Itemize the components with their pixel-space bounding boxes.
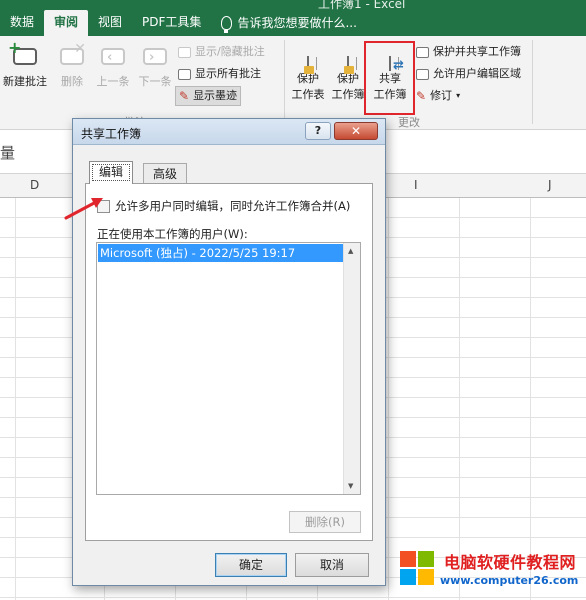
windows-logo-icon [400,551,436,587]
dialog-titlebar[interactable]: 共享工作簿 ? ✕ [73,119,385,145]
watermark-title: 电脑软硬件教程网 [444,553,577,572]
lightbulb-icon [221,16,233,33]
users-list[interactable]: Microsoft (独占) - 2022/5/25 19:17 ▲ ▼ [96,242,361,495]
column-header-j[interactable]: J [548,178,552,192]
protect-workbook-button[interactable]: 保护 工作簿 [328,44,368,102]
track-changes-icon: ✎ [416,89,427,103]
previous-comment-label: 上一条 [96,75,130,88]
share-workbook-dialog: 共享工作簿 ? ✕ 编辑 高级 允许多用户同时编辑，同时允许工作簿合并(A) 正… [72,118,386,586]
vertical-scrollbar[interactable]: ▲ ▼ [343,243,360,494]
column-header-i[interactable]: I [414,178,418,192]
ribbon-separator [532,40,533,124]
help-button[interactable]: ? [305,122,331,140]
previous-comment-icon: ‹ [99,44,127,70]
allow-multi-user-option[interactable]: 允许多用户同时编辑，同时允许工作簿合并(A) [97,198,350,214]
tell-me-text: 告诉我您想要做什么... [237,16,357,30]
changes-group-label: 更改 [398,116,420,129]
show-ink-button[interactable]: ✎ 显示墨迹 [175,86,242,106]
next-comment-label: 下一条 [138,75,172,88]
track-changes-label: 修订 [430,89,453,102]
tell-me-search[interactable]: 告诉我您想要做什么... [211,10,366,36]
watermark: 电脑软硬件教程网 www.computer26.com [398,547,584,595]
remove-user-button[interactable]: 删除(R) [289,511,361,533]
tab-data[interactable]: 数据 [0,10,44,36]
dialog-title: 共享工作簿 [81,127,142,141]
chevron-down-icon: ▾ [456,91,461,100]
protect-workbook-label: 保护 工作簿 [331,72,365,101]
next-comment-icon: › [141,44,169,70]
list-item[interactable]: Microsoft (独占) - 2022/5/25 19:17 [98,244,344,262]
tab-pdf-tools[interactable]: PDF工具集 [132,10,211,36]
ribbon-separator [284,40,285,124]
tab-review[interactable]: 审阅 [44,10,89,36]
close-button[interactable]: ✕ [334,122,378,140]
cancel-button[interactable]: 取消 [295,553,369,577]
ok-button[interactable]: 确定 [215,553,287,577]
allow-edit-ranges-label: 允许用户编辑区域 [433,67,521,80]
delete-comment-icon: ✕ [58,41,86,70]
editing-panel: 允许多用户同时编辑，同时允许工作簿合并(A) 正在使用本工作簿的用户(W): M… [85,183,373,541]
column-header-d[interactable]: D [30,178,39,192]
new-comment-button[interactable]: + 新建批注 [0,40,50,89]
pencil-icon: ✎ [179,89,190,103]
protect-sheet-button[interactable]: 保护 工作表 [288,44,328,102]
protect-and-share-button[interactable]: 保护并共享工作簿 [416,42,521,62]
previous-comment-button[interactable]: ‹ 上一条 [92,44,134,89]
protect-and-share-label: 保护并共享工作簿 [433,45,521,58]
protect-and-share-icon [416,46,429,58]
tab-editing[interactable]: 编辑 [89,161,134,184]
show-hide-comment-icon [178,46,191,58]
show-hide-comment-button[interactable]: 显示/隐藏批注 [178,42,265,62]
share-workbook-highlight [364,41,415,115]
scroll-up-icon[interactable]: ▲ [348,247,353,255]
new-comment-icon: + [8,40,39,70]
allow-edit-ranges-button[interactable]: 允许用户编辑区域 [416,64,521,84]
allow-multi-user-label: 允许多用户同时编辑，同时允许工作簿合并(A) [115,199,351,213]
ribbon: + 新建批注 ✕ 删除 ‹ 上一条 › 下一条 显示/隐藏批注 显示所有批注 ✎… [0,36,586,130]
show-all-comments-label: 显示所有批注 [195,67,261,80]
protect-sheet-label: 保护 工作表 [291,72,325,101]
next-comment-button[interactable]: › 下一条 [134,44,176,89]
allow-multi-user-checkbox[interactable] [97,199,110,213]
tab-view[interactable]: 视图 [88,10,132,36]
users-list-label: 正在使用本工作簿的用户(W): [97,227,248,241]
protect-workbook-icon [344,56,354,74]
show-all-comments-button[interactable]: 显示所有批注 [178,64,261,84]
tab-advanced[interactable]: 高级 [143,163,188,183]
delete-comment-label: 删除 [61,75,83,88]
watermark-url: www.computer26.com [440,574,579,587]
show-ink-label: 显示墨迹 [193,89,238,102]
show-all-comments-icon [178,68,191,80]
scroll-down-icon[interactable]: ▼ [348,482,353,490]
show-hide-comment-label: 显示/隐藏批注 [195,45,265,58]
new-comment-label: 新建批注 [3,75,47,88]
ribbon-tabs: 数据 审阅 视图 PDF工具集 告诉我您想要做什么... [0,10,367,36]
protect-sheet-icon [304,56,314,74]
allow-edit-ranges-icon [416,68,429,80]
formula-bar-text: 量 [0,144,16,162]
track-changes-button[interactable]: ✎ 修订 ▾ [416,86,460,106]
delete-comment-button[interactable]: ✕ 删除 [52,41,92,89]
title-bar: 工作簿1 - Excel 数据 审阅 视图 PDF工具集 告诉我您想要做什么..… [0,0,586,36]
